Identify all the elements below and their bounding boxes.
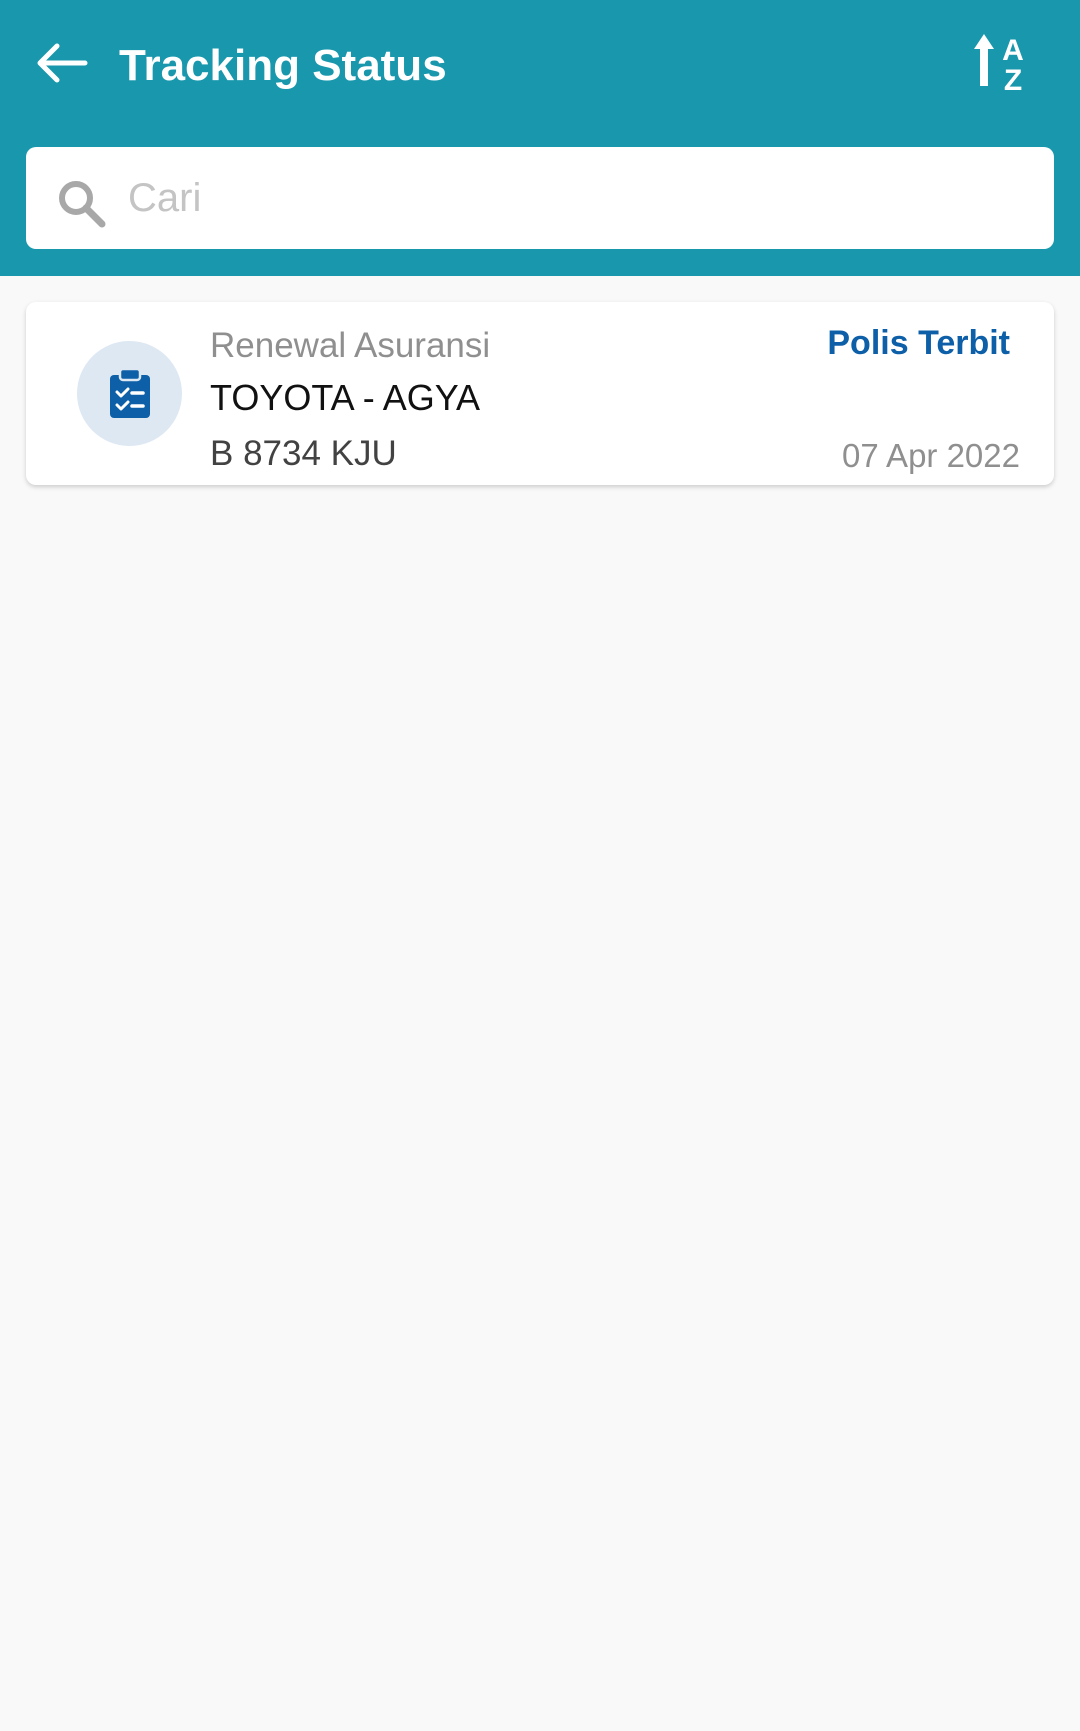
item-date: 07 Apr 2022 [842,437,1020,474]
sort-letter-z: Z [1004,64,1022,97]
app-bar: Tracking Status A Z [0,0,1080,276]
sort-letter-a: A [1002,34,1024,67]
sort-button[interactable]: A Z [970,30,1050,102]
clipboard-checklist-icon [109,367,150,418]
status-badge: Polis Terbit [827,324,1010,362]
item-category: Renewal Asuransi [210,326,491,365]
back-button[interactable] [26,28,96,98]
search-icon [59,181,106,228]
avatar [77,341,182,446]
item-vehicle-name: TOYOTA - AGYA [210,377,481,418]
page-title: Tracking Status [119,41,447,90]
item-plate-number: B 8734 KJU [210,434,397,473]
arrow-left-icon [37,43,88,83]
search-input[interactable] [128,160,1028,236]
tracking-list-item[interactable]: Renewal Asuransi TOYOTA - AGYA B 8734 KJ… [26,302,1054,485]
sort-alpha-icon: A Z [974,34,1024,97]
